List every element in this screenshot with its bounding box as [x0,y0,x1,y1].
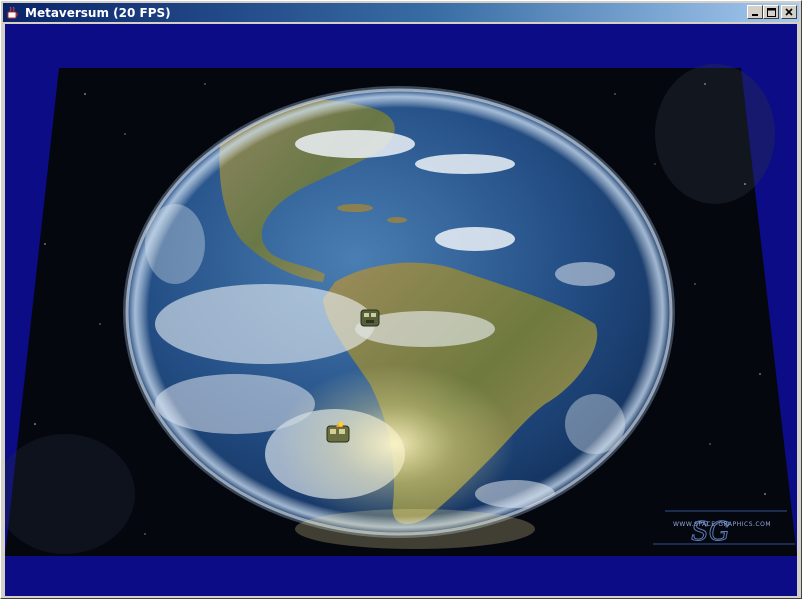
earth-scene: SG [5,64,797,556]
3d-viewport[interactable]: SG WWW.SPACE-GRAPHICS.COM [5,24,797,596]
application-window: Metaversum (20 FPS) SG WWW.SPACE-GRAPHIC… [0,0,802,599]
maximize-icon [766,7,776,17]
java-cup-icon[interactable] [5,5,21,21]
close-button[interactable] [781,5,797,19]
avatar-object-1 [360,309,380,327]
window-controls [747,5,797,19]
watermark-url: WWW.SPACE-GRAPHICS.COM [673,521,771,528]
maximize-button[interactable] [763,5,779,19]
title-bar[interactable]: Metaversum (20 FPS) [3,3,799,22]
minimize-button[interactable] [747,5,763,19]
close-icon [785,8,793,16]
minimize-icon [752,14,758,16]
window-title: Metaversum (20 FPS) [25,5,171,20]
